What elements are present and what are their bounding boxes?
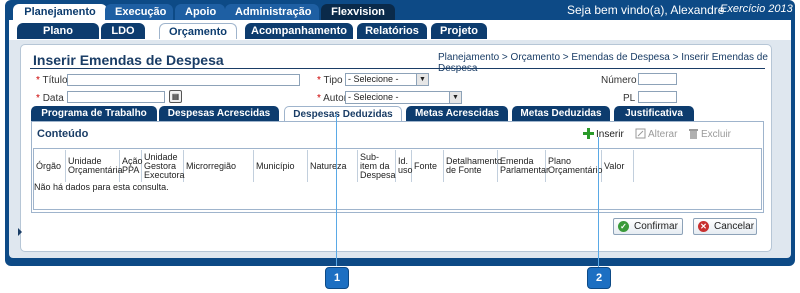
chevron-down-icon: ▼ xyxy=(449,92,461,103)
column-header[interactable]: Valor xyxy=(602,150,634,182)
empty-message: Não há dados para esta consulta. xyxy=(34,182,169,192)
callout-badge: 1 xyxy=(325,267,349,289)
chevron-down-icon: ▼ xyxy=(416,74,428,85)
callout-line xyxy=(336,114,337,266)
tipo-select[interactable]: - Selecione - ▼ xyxy=(345,73,429,86)
column-header[interactable]: Natureza xyxy=(308,150,358,182)
tab-metas-acrescidas[interactable]: Metas Acrescidas xyxy=(406,106,508,121)
check-icon: ✓ xyxy=(618,221,629,232)
data-label: * Data xyxy=(36,93,64,104)
breadcrumb: Planejamento > Orçamento > Emendas de De… xyxy=(438,52,768,74)
column-header[interactable]: Plano Orçamentário xyxy=(546,150,603,182)
sub-tab-orcamento[interactable]: Orçamento xyxy=(159,23,237,39)
column-header[interactable]: Emenda Parlamentar xyxy=(498,150,549,182)
pl-field[interactable] xyxy=(638,91,677,103)
top-tab-flexvision[interactable]: Flexvision xyxy=(321,4,395,20)
sub-tab-plano-plurianual[interactable]: Plano Plurianual xyxy=(17,23,99,53)
top-tab-apoio[interactable]: Apoio xyxy=(175,4,225,20)
column-header[interactable]: Detalhamento de Fonte xyxy=(444,150,502,182)
alterar-button[interactable]: Alterar xyxy=(635,128,677,140)
page-title: Inserir Emendas de Despesa xyxy=(33,52,224,68)
titulo-field[interactable] xyxy=(67,74,300,86)
column-header[interactable]: Id. uso xyxy=(396,150,413,182)
exercicio-text: Exercício 2013 xyxy=(720,3,793,15)
column-header[interactable]: Município xyxy=(254,150,308,182)
column-header[interactable]: Órgão xyxy=(34,150,66,182)
title-divider xyxy=(30,68,765,69)
column-header[interactable]: Microrregião xyxy=(184,150,254,182)
column-header[interactable]: Fonte xyxy=(412,150,444,182)
tab-despesas-deduzidas[interactable]: Despesas Deduzidas xyxy=(284,106,402,121)
numero-field[interactable] xyxy=(638,73,677,85)
sub-nav: Plano Plurianual LDO Orçamento Acompanha… xyxy=(9,20,791,53)
expand-arrow-icon[interactable] xyxy=(18,228,22,236)
top-nav: Planejamento Execução Apoio Administraçã… xyxy=(5,0,795,20)
calendar-icon[interactable]: ▦ xyxy=(169,90,182,103)
sub-tab-acompanhamento[interactable]: Acompanhamento xyxy=(245,23,353,39)
column-header[interactable]: Sub-item da Despesa xyxy=(358,150,396,182)
top-tab-execucao[interactable]: Execução xyxy=(105,4,173,20)
column-header[interactable]: Ação PPA xyxy=(120,150,143,182)
autor-select[interactable]: - Selecione - ▼ xyxy=(345,91,462,104)
tab-metas-deduzidas[interactable]: Metas Deduzidas xyxy=(512,106,610,121)
trash-icon xyxy=(688,128,699,139)
inserir-button[interactable]: Inserir xyxy=(583,128,624,140)
data-field[interactable] xyxy=(67,91,165,103)
excluir-button[interactable]: Excluir xyxy=(688,128,731,140)
tab-justificativa[interactable]: Justificativa xyxy=(614,106,694,121)
pl-label: PL xyxy=(623,93,636,104)
tab-despesas-acrescidas[interactable]: Despesas Acrescidas xyxy=(159,106,279,121)
sub-tab-ldo[interactable]: LDO xyxy=(101,23,145,39)
edit-icon xyxy=(635,128,646,139)
top-tab-administracao[interactable]: Administração xyxy=(225,4,319,20)
titulo-label: * Título xyxy=(36,75,68,86)
sub-tab-projeto[interactable]: Projeto xyxy=(431,23,487,39)
autor-label: * Autor xyxy=(317,93,348,104)
sub-tab-relatorios[interactable]: Relatórios xyxy=(357,23,427,39)
top-tab-planejamento[interactable]: Planejamento xyxy=(13,4,107,20)
tab-programa-de-trabalho[interactable]: Programa de Trabalho xyxy=(31,106,157,121)
conteudo-title: Conteúdo xyxy=(37,128,89,140)
numero-label: Número xyxy=(601,75,637,86)
confirmar-button[interactable]: ✓ Confirmar xyxy=(613,218,683,235)
plus-icon xyxy=(583,128,594,139)
callout-line xyxy=(598,137,599,267)
callout-badge: 2 xyxy=(587,267,611,289)
tipo-label: * Tipo xyxy=(317,75,343,86)
column-header[interactable]: Unidade Orçamentária xyxy=(66,150,123,182)
welcome-text: Seja bem vindo(a), Alexandre xyxy=(567,3,725,17)
cancelar-button[interactable]: ✕ Cancelar xyxy=(693,218,757,235)
cancel-icon: ✕ xyxy=(698,221,709,232)
column-header[interactable]: Unidade Gestora Executora xyxy=(142,150,185,182)
